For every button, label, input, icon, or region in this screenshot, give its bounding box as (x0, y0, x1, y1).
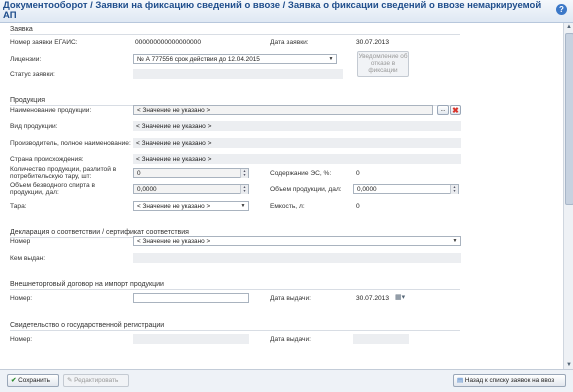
save-icon: ✔ (11, 377, 17, 384)
quantity-label: Количество продукции, разлитой в потреби… (10, 166, 117, 180)
registration-date-field (353, 334, 409, 344)
scroll-down-icon[interactable]: ▼ (566, 362, 572, 368)
product-type-label: Вид продукции: (10, 123, 58, 130)
edit-button-label: Редактировать (74, 377, 119, 384)
divider (10, 289, 460, 290)
clear-icon[interactable]: ✖ (450, 105, 461, 115)
divider (10, 330, 460, 331)
chevron-down-icon: ▼ (240, 203, 246, 209)
product-volume-input[interactable]: 0,0000 ▲ ▼ (353, 184, 459, 194)
es-content-value: 0 (356, 170, 360, 177)
producer-label: Производитель, полное наименование: (10, 140, 131, 147)
request-date-value: 30.07.2013 (356, 39, 390, 46)
save-button-label: Сохранить (18, 377, 50, 384)
spinner-icon[interactable]: ▲ ▼ (240, 169, 248, 178)
request-date-label: Дата заявки: (270, 39, 309, 46)
license-label: Лицензии: (10, 56, 42, 63)
tara-select[interactable]: < Значение не указано > ▼ (133, 201, 249, 211)
quantity-input[interactable]: 0 ▲ ▼ (133, 168, 249, 178)
issuer-field (133, 253, 461, 263)
capacity-label: Емкость, л: (270, 203, 305, 210)
registration-number-field (133, 334, 249, 344)
quantity-value: 0 (137, 170, 141, 177)
chevron-down-icon: ▼ (452, 238, 458, 244)
country-label: Страна происхождения: (10, 156, 84, 163)
scrollbar-thumb[interactable] (565, 33, 573, 205)
spirit-volume-input[interactable]: 0,0000 ▲ ▼ (133, 184, 249, 194)
section-declaration-title: Декларация о соответствии / сертификат с… (10, 229, 189, 236)
producer-value: < Значение не указано > (136, 140, 212, 147)
back-button-label: Назад к списку заявок на ввоз (464, 377, 555, 384)
chevron-down-icon: ▼ (328, 56, 334, 62)
registration-date-label: Дата выдачи: (270, 336, 311, 343)
declaration-number-value: < Значение не указано > (137, 238, 211, 245)
product-type-value: < Значение не указано > (136, 123, 212, 130)
page-title: Документооборот / Заявки на фиксацию све… (3, 0, 542, 21)
spinner-icon[interactable]: ▲ ▼ (240, 185, 248, 194)
contract-date-value[interactable]: 30.07.2013 (356, 295, 389, 302)
form-area: Заявка Номер заявки ЕГАИС: 0000000000000… (0, 23, 563, 369)
calendar-icon[interactable]: ▦▾ (395, 293, 409, 302)
footer-toolbar: ✔ Сохранить ✎ Редактировать ▤ Назад к сп… (0, 369, 573, 392)
section-request-title: Заявка (10, 26, 33, 33)
scroll-up-icon[interactable]: ▲ (566, 24, 572, 30)
contract-number-input[interactable] (133, 293, 249, 303)
contract-number-label: Номер: (10, 295, 33, 302)
browse-button[interactable]: ... (437, 105, 449, 115)
contract-date-label: Дата выдачи: (270, 295, 311, 302)
registration-number-label: Номер: (10, 336, 33, 343)
help-icon[interactable]: ? (556, 4, 567, 15)
back-to-list-button[interactable]: ▤ Назад к списку заявок на ввоз (453, 374, 566, 387)
save-button[interactable]: ✔ Сохранить (7, 374, 59, 387)
status-label: Статус заявки: (10, 71, 55, 78)
title-bar: Документооборот / Заявки на фиксацию све… (0, 0, 573, 23)
section-registration-title: Свидетельство о государственной регистра… (10, 322, 165, 329)
section-contract-title: Внешнеторговый договор на импорт продукц… (10, 281, 164, 288)
status-value (133, 69, 343, 79)
es-content-label: Содержание ЭС, %: (270, 170, 332, 177)
back-icon: ▤ (457, 377, 464, 384)
vertical-scrollbar[interactable]: ▲ ▼ (563, 23, 573, 369)
product-volume-label: Объем продукции, дал: (270, 186, 342, 193)
spirit-volume-value: 0,0000 (137, 186, 157, 193)
divider (10, 34, 460, 35)
capacity-value: 0 (356, 203, 360, 210)
declaration-number-select[interactable]: < Значение не указано > ▼ (133, 236, 461, 246)
refusal-notice-button[interactable]: Уведомление об отказе в фиксации (357, 51, 409, 77)
edit-icon: ✎ (67, 377, 73, 384)
product-name-value: < Значение не указано > (137, 107, 211, 114)
product-name-field: < Значение не указано > (133, 105, 433, 115)
product-name-label: Наименование продукции: (10, 107, 92, 114)
license-select[interactable]: № А 777556 срок действия до 12.04.2015 ▼ (133, 54, 337, 64)
issuer-label: Кем выдан: (10, 255, 46, 262)
spirit-volume-label: Объем безводного спирта в продукции, дал… (10, 182, 95, 196)
edit-button[interactable]: ✎ Редактировать (63, 374, 129, 387)
license-select-value: № А 777556 срок действия до 12.04.2015 (137, 56, 260, 63)
country-value: < Значение не указано > (136, 156, 212, 163)
spinner-icon[interactable]: ▲ ▼ (450, 185, 458, 194)
product-volume-value: 0,0000 (357, 186, 377, 193)
egais-number-label: Номер заявки ЕГАИС: (10, 39, 78, 46)
tara-select-value: < Значение не указано > (137, 203, 211, 210)
declaration-number-label: Номер (10, 238, 31, 245)
section-product-title: Продукция (10, 97, 46, 104)
egais-number-value: 000000000000000000 (135, 39, 202, 46)
tara-label: Тара: (10, 203, 27, 210)
